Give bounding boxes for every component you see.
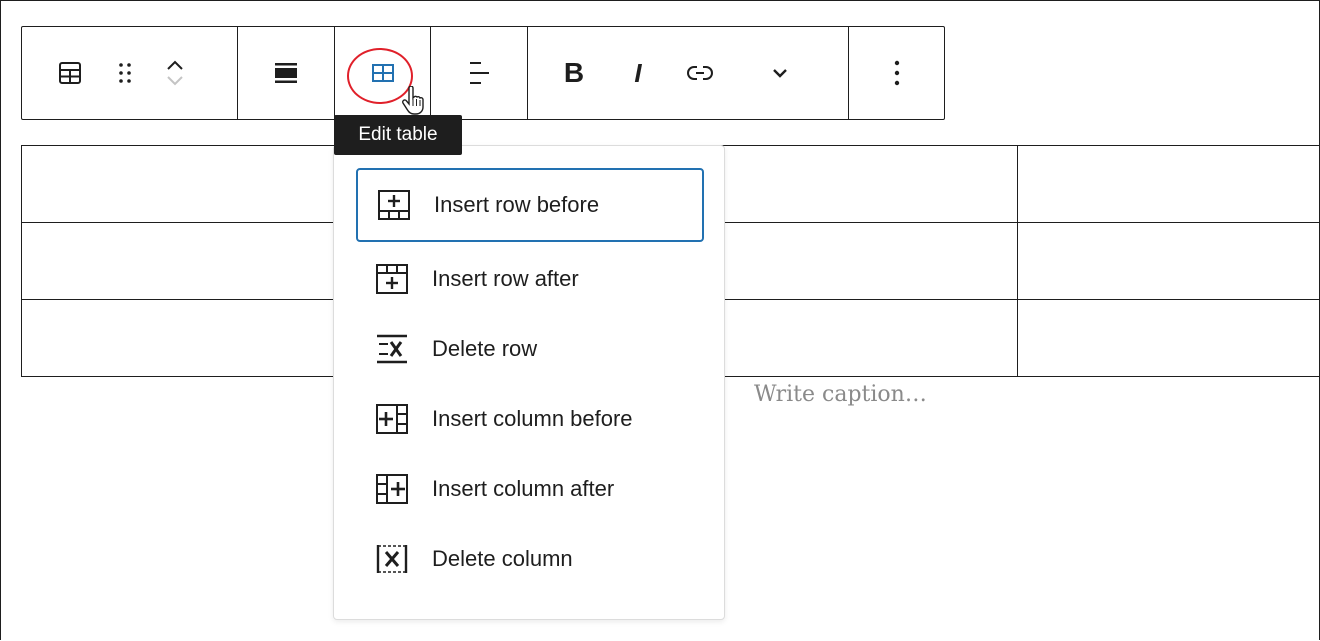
- menu-item-insert-row-after[interactable]: Insert row after: [356, 242, 704, 316]
- table-cell[interactable]: [1017, 222, 1320, 300]
- menu-item-insert-column-after[interactable]: Insert column after: [356, 452, 704, 526]
- options-group: [849, 27, 944, 119]
- move-up-icon[interactable]: [165, 57, 185, 73]
- edit-table-tooltip: Edit table: [334, 115, 462, 155]
- align-wide-icon: [274, 62, 298, 84]
- text-align-button[interactable]: [467, 60, 491, 86]
- block-controls-group: [22, 27, 238, 119]
- edit-table-menu: Insert row before Insert row after Delet…: [333, 145, 725, 620]
- insert-column-after-icon: [372, 469, 412, 509]
- move-down-icon[interactable]: [165, 73, 185, 89]
- text-align-group: [431, 27, 528, 119]
- drag-handle[interactable]: [110, 62, 140, 84]
- options-button[interactable]: [894, 60, 900, 86]
- menu-item-label: Insert row before: [434, 192, 600, 217]
- table-cell[interactable]: [21, 222, 335, 300]
- align-group: [238, 27, 335, 119]
- format-group: B I: [528, 27, 849, 119]
- table-block-button[interactable]: [48, 62, 92, 84]
- delete-column-icon: [372, 539, 412, 579]
- insert-row-after-icon: [372, 259, 412, 299]
- link-icon: [687, 64, 713, 82]
- menu-item-delete-column[interactable]: Delete column: [356, 522, 704, 596]
- insert-row-before-icon: [374, 185, 414, 225]
- table-caption-placeholder[interactable]: Write caption…: [754, 382, 927, 407]
- insert-column-before-icon: [372, 399, 412, 439]
- table-cell[interactable]: [21, 145, 335, 223]
- menu-item-label: Insert column before: [432, 406, 633, 431]
- menu-item-label: Insert column after: [432, 476, 615, 501]
- drag-handle-icon: [118, 62, 132, 84]
- bold-button[interactable]: B: [556, 59, 592, 87]
- text-align-icon: [467, 60, 491, 86]
- menu-item-insert-column-before[interactable]: Insert column before: [356, 382, 704, 456]
- menu-item-label: Delete row: [432, 336, 538, 361]
- menu-item-label: Delete column: [432, 546, 573, 571]
- table-icon: [59, 62, 81, 84]
- table-cell[interactable]: [21, 299, 335, 377]
- delete-row-icon: [372, 329, 412, 369]
- italic-icon: I: [634, 58, 642, 88]
- menu-item-delete-row[interactable]: Delete row: [356, 312, 704, 386]
- menu-item-insert-row-before[interactable]: Insert row before: [356, 168, 704, 242]
- link-button[interactable]: [680, 64, 720, 82]
- move-buttons[interactable]: [160, 57, 190, 89]
- italic-button[interactable]: I: [620, 60, 656, 86]
- table-cell[interactable]: [1017, 299, 1320, 377]
- chevron-down-icon: [771, 67, 789, 79]
- more-formatting-button[interactable]: [760, 67, 800, 79]
- align-button[interactable]: [274, 62, 298, 84]
- bold-icon: B: [563, 57, 585, 88]
- table-cell[interactable]: [1017, 145, 1320, 223]
- more-options-icon: [894, 60, 900, 86]
- block-toolbar: B I: [21, 26, 945, 120]
- menu-item-label: Insert row after: [432, 266, 579, 291]
